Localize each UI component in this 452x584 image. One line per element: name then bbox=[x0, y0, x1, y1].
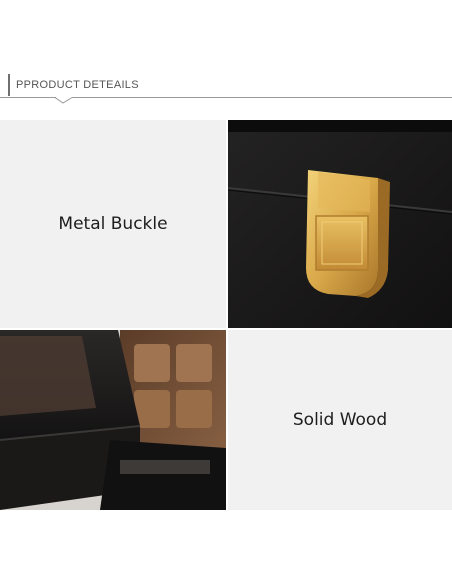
section-header: PPRODUCT DETEAILS bbox=[0, 0, 452, 110]
wooden-watch-box-photo bbox=[0, 330, 226, 510]
section-title: PPRODUCT DETEAILS bbox=[16, 79, 139, 91]
feature-label: Metal Buckle bbox=[58, 214, 168, 234]
metal-buckle-photo bbox=[228, 120, 452, 328]
header-accent-bar bbox=[8, 74, 10, 96]
feature-label-panel-1: Metal Buckle bbox=[0, 120, 226, 328]
buckle-icon bbox=[306, 170, 390, 298]
header-notch bbox=[55, 97, 73, 104]
feature-grid: Metal Buckle Solid Wood bbox=[0, 120, 452, 510]
header-divider-left bbox=[0, 97, 56, 98]
feature-label: Solid Wood bbox=[292, 410, 388, 430]
feature-label-panel-2: Solid Wood bbox=[228, 330, 452, 510]
header-divider-right bbox=[72, 97, 452, 98]
